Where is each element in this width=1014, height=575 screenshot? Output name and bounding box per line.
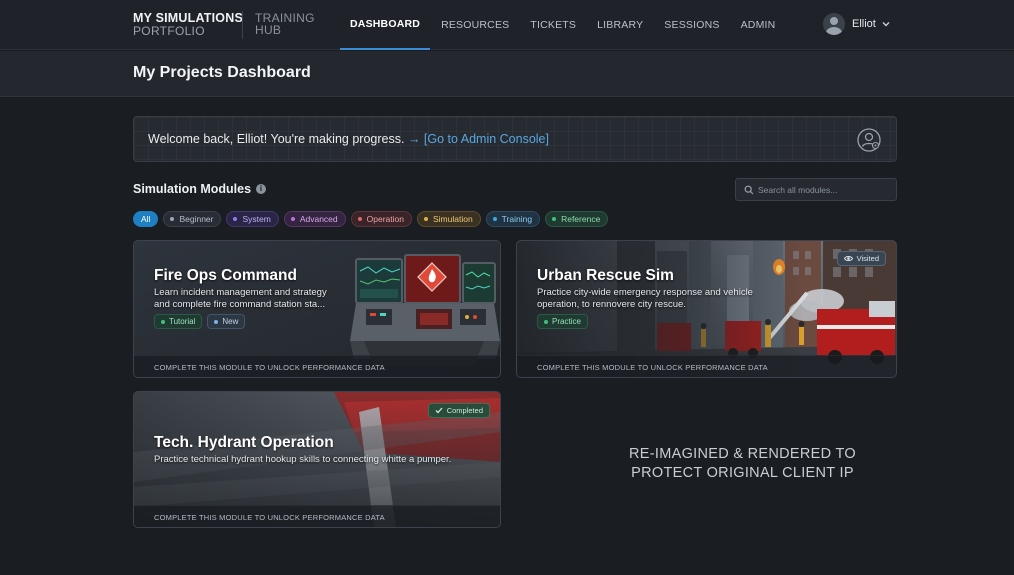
user-name: Elliot: [852, 18, 876, 30]
nav-tickets[interactable]: TICKETS: [520, 0, 586, 50]
card-footer-text: COMPLETE THIS MODULE TO UNLOCK PERFORMAN…: [537, 363, 768, 372]
checkmark-icon: [435, 407, 443, 414]
tag-new: New: [207, 314, 246, 329]
nav-sessions[interactable]: SESSIONS: [654, 0, 729, 50]
brand-divider: [242, 11, 243, 39]
card-title: Tech. Hydrant Operation: [154, 434, 334, 451]
user-settings-icon[interactable]: [856, 127, 882, 153]
nav-resources[interactable]: RESOURCES: [431, 0, 519, 50]
card-footer: COMPLETE THIS MODULE TO UNLOCK PERFORMAN…: [134, 355, 500, 377]
welcome-text: Welcome back, Elliot! You're making prog…: [148, 132, 405, 146]
filter-chips: All Beginner System Advanced Operation S…: [133, 211, 613, 227]
card-footer-text: COMPLETE THIS MODULE TO UNLOCK PERFORMAN…: [154, 513, 385, 522]
tag-practice: Practice: [537, 314, 588, 329]
welcome-message: Welcome back, Elliot! You're making prog…: [148, 132, 549, 146]
ip-notice: RE-IMAGINED & RENDERED TO PROTECT ORIGIN…: [600, 445, 885, 483]
eye-icon: [843, 255, 853, 262]
card-description: Practice city-wide emergency response an…: [537, 287, 753, 310]
card-title: Urban Rescue Sim: [537, 267, 674, 284]
nav-dashboard[interactable]: DASHBOARD: [340, 0, 431, 50]
user-menu[interactable]: Elliot: [823, 13, 891, 35]
filter-training[interactable]: Training: [485, 211, 541, 227]
nav-admin[interactable]: ADMIN: [731, 0, 786, 50]
card-footer: COMPLETE THIS MODULE TO UNLOCK PERFORMAN…: [134, 505, 500, 527]
ip-notice-line2: PROTECT ORIGINAL CLIENT IP: [631, 465, 854, 481]
search-icon: [744, 185, 754, 195]
card-description: Learn incident management and strategy a…: [154, 287, 327, 310]
filter-system[interactable]: System: [226, 211, 279, 227]
ip-notice-line1: RE-IMAGINED & RENDERED TO: [629, 446, 856, 462]
filter-all[interactable]: All: [133, 211, 159, 227]
nav-library[interactable]: LIBRARY: [587, 0, 653, 50]
card-footer: COMPLETE THIS MODULE TO UNLOCK PERFORMAN…: [517, 355, 896, 377]
admin-console-link[interactable]: → [Go to Admin Console]: [408, 132, 549, 146]
filter-beginner[interactable]: Beginner: [163, 211, 222, 227]
page-title: My Projects Dashboard: [133, 64, 311, 81]
info-icon[interactable]: i: [256, 184, 266, 194]
module-card-urban-rescue[interactable]: Visited Urban Rescue Sim Practice city-w…: [516, 240, 897, 378]
card-tags: Tutorial New: [154, 314, 250, 329]
avatar: [823, 13, 845, 35]
module-search: [735, 178, 897, 201]
training-hub-line2: HUB: [255, 23, 282, 37]
filter-operation[interactable]: Operation: [350, 211, 412, 227]
card-description: Practice technical hydrant hookup skills…: [154, 454, 452, 465]
brand-subtitle: PORTFOLIO: [133, 24, 205, 38]
main-nav: DASHBOARD RESOURCES TICKETS LIBRARY SESS…: [340, 0, 786, 50]
search-input[interactable]: [758, 182, 890, 198]
module-card-hydrant-operation[interactable]: Completed Tech. Hydrant Operation Practi…: [133, 391, 501, 528]
brand-logo[interactable]: MY SIMULATIONS PORTFOLIO: [133, 12, 243, 38]
visited-badge: Visited: [836, 251, 886, 266]
card-title: Fire Ops Command: [154, 267, 297, 284]
filter-advanced[interactable]: Advanced: [283, 211, 346, 227]
filter-simulation[interactable]: Simulation: [416, 211, 481, 227]
training-hub-logo[interactable]: TRAINING HUB: [255, 12, 315, 36]
card-tags: Practice: [537, 314, 593, 329]
welcome-banner: Welcome back, Elliot! You're making prog…: [133, 116, 897, 162]
section-title: Simulation Modules: [133, 182, 252, 196]
chevron-down-icon: [882, 22, 890, 27]
completed-badge: Completed: [427, 403, 490, 418]
tag-tutorial: Tutorial: [154, 314, 203, 329]
filter-reference[interactable]: Reference: [545, 211, 609, 227]
module-card-fire-ops[interactable]: Fire Ops Command Learn incident manageme…: [133, 240, 501, 378]
top-navigation-bar: MY SIMULATIONS PORTFOLIO TRAINING HUB DA…: [0, 0, 1014, 50]
page-header: My Projects Dashboard: [0, 51, 1014, 97]
card-footer-text: COMPLETE THIS MODULE TO UNLOCK PERFORMAN…: [154, 363, 385, 372]
